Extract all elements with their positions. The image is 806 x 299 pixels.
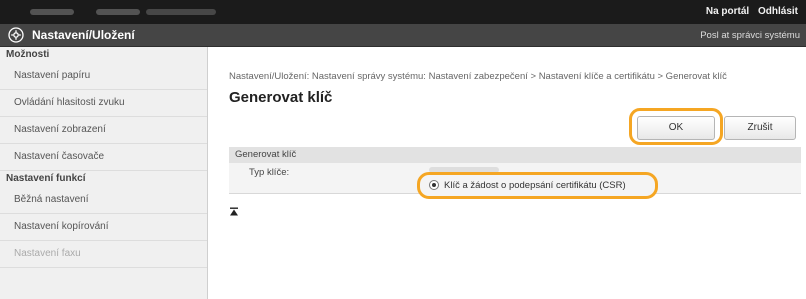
sidebar-item-timer-settings[interactable]: Nastavení časovače bbox=[0, 144, 207, 171]
app-title: Nastavení/Uložení bbox=[32, 28, 135, 42]
key-csr-option-label: Klíč a žádost o podepsání certifikátu (C… bbox=[444, 180, 626, 191]
sidebar-item-common-settings[interactable]: Běžná nastavení bbox=[0, 187, 207, 214]
sidebar-item-fax-settings[interactable]: Nastavení faxu bbox=[0, 241, 207, 268]
sidebar-item-paper-settings[interactable]: Nastavení papíru bbox=[0, 63, 207, 90]
top-bar: Na portál Odhlásit bbox=[0, 0, 806, 24]
top-links: Na portál Odhlásit bbox=[700, 6, 798, 17]
page-title: Generovat klíč bbox=[229, 89, 333, 106]
sidebar: Možnosti Nastavení papíru Ovládání hlasi… bbox=[0, 47, 208, 299]
blurred-text bbox=[146, 9, 216, 15]
ok-button[interactable]: OK bbox=[637, 116, 715, 140]
blurred-text bbox=[30, 9, 74, 15]
sidebar-item-copy-settings[interactable]: Nastavení kopírování bbox=[0, 214, 207, 241]
sidebar-heading-functions: Nastavení funkcí bbox=[6, 173, 86, 184]
key-type-label: Typ klíče: bbox=[249, 167, 290, 178]
title-bar: Nastavení/Uložení Posl at správci systém… bbox=[0, 24, 806, 47]
sidebar-heading-preferences: Možnosti bbox=[6, 49, 50, 60]
breadcrumb: Nastavení/Uložení: Nastavení správy syst… bbox=[229, 71, 727, 82]
scroll-to-top-icon[interactable] bbox=[229, 207, 239, 217]
cancel-button[interactable]: Zrušit bbox=[724, 116, 796, 140]
portal-link[interactable]: Na portál bbox=[706, 6, 749, 17]
key-csr-option[interactable]: Klíč a žádost o podepsání certifikátu (C… bbox=[417, 172, 658, 199]
sidebar-item-volume-control[interactable]: Ovládání hlasitosti zvuku bbox=[0, 90, 207, 117]
send-admin-link[interactable]: Posl at správci systému bbox=[700, 30, 800, 41]
settings-icon bbox=[8, 27, 24, 43]
radio-selected-icon[interactable] bbox=[429, 180, 439, 190]
blurred-text bbox=[96, 9, 140, 15]
panel-heading: Generovat klíč bbox=[229, 147, 801, 163]
sidebar-item-display-settings[interactable]: Nastavení zobrazení bbox=[0, 117, 207, 144]
main-content: Nastavení/Uložení: Nastavení správy syst… bbox=[221, 47, 801, 297]
logout-link[interactable]: Odhlásit bbox=[758, 6, 798, 17]
